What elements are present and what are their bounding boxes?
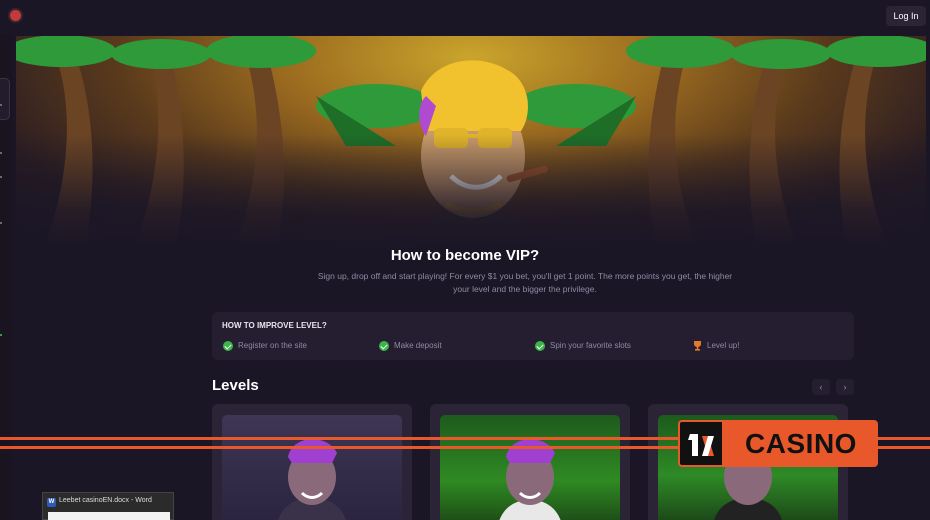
sidebar-item-icon[interactable] bbox=[0, 222, 2, 224]
vip-description: Sign up, drop off and start playing! For… bbox=[317, 271, 733, 294]
document-thumbnail bbox=[48, 512, 170, 520]
top-bar: Log In bbox=[0, 0, 930, 34]
logo-text: CASINO bbox=[724, 420, 878, 467]
sidebar-item-icon[interactable] bbox=[0, 176, 2, 178]
step-label: Make deposit bbox=[394, 341, 442, 350]
vip-heading: How to become VIP? bbox=[390, 247, 540, 264]
taskbar-window-title: Leebet casinoEN.docx - Word bbox=[59, 497, 152, 504]
vip-hero-banner bbox=[16, 36, 926, 244]
improve-level-title: HOW TO IMPROVE LEVEL? bbox=[222, 321, 327, 330]
sidebar-item-icon[interactable] bbox=[0, 104, 2, 106]
step-level-up: Level up! bbox=[692, 340, 739, 352]
step-register: Register on the site bbox=[223, 340, 307, 352]
hero-fade bbox=[16, 134, 926, 244]
site-logo-icon[interactable] bbox=[10, 10, 21, 21]
logo-1x-icon bbox=[688, 434, 714, 456]
check-icon bbox=[379, 341, 389, 351]
check-icon bbox=[535, 341, 545, 351]
online-status-icon bbox=[0, 334, 2, 336]
watermark-logo: CASINO bbox=[678, 420, 878, 467]
levels-next-button[interactable]: › bbox=[836, 379, 854, 395]
level-card[interactable] bbox=[212, 404, 412, 520]
sidebar-item-icon[interactable] bbox=[0, 152, 2, 154]
step-label: Register on the site bbox=[238, 341, 307, 350]
step-label: Spin your favorite slots bbox=[550, 341, 631, 350]
word-app-icon: W bbox=[47, 498, 56, 507]
logo-mark bbox=[678, 420, 724, 467]
taskbar-word-preview[interactable]: W Leebet casinoEN.docx - Word bbox=[42, 492, 174, 520]
levels-prev-button[interactable]: ‹ bbox=[812, 379, 830, 395]
levels-heading: Levels bbox=[212, 377, 259, 394]
level-card-image bbox=[222, 415, 402, 520]
sidebar-toggle[interactable] bbox=[0, 78, 10, 120]
trophy-icon bbox=[694, 341, 701, 351]
monkey-avatar-icon bbox=[278, 439, 346, 520]
step-label: Level up! bbox=[707, 341, 740, 350]
step-spin-slots: Spin your favorite slots bbox=[535, 340, 631, 352]
step-deposit: Make deposit bbox=[379, 340, 442, 352]
improve-level-panel: HOW TO IMPROVE LEVEL? Register on the si… bbox=[212, 312, 854, 360]
page: Log In How to become VIP? Sign up, drop … bbox=[0, 0, 930, 520]
login-button[interactable]: Log In bbox=[886, 6, 926, 26]
monkey-avatar-icon bbox=[499, 439, 561, 520]
level-card-image bbox=[440, 415, 620, 520]
level-card[interactable] bbox=[430, 404, 630, 520]
check-icon bbox=[223, 341, 233, 351]
